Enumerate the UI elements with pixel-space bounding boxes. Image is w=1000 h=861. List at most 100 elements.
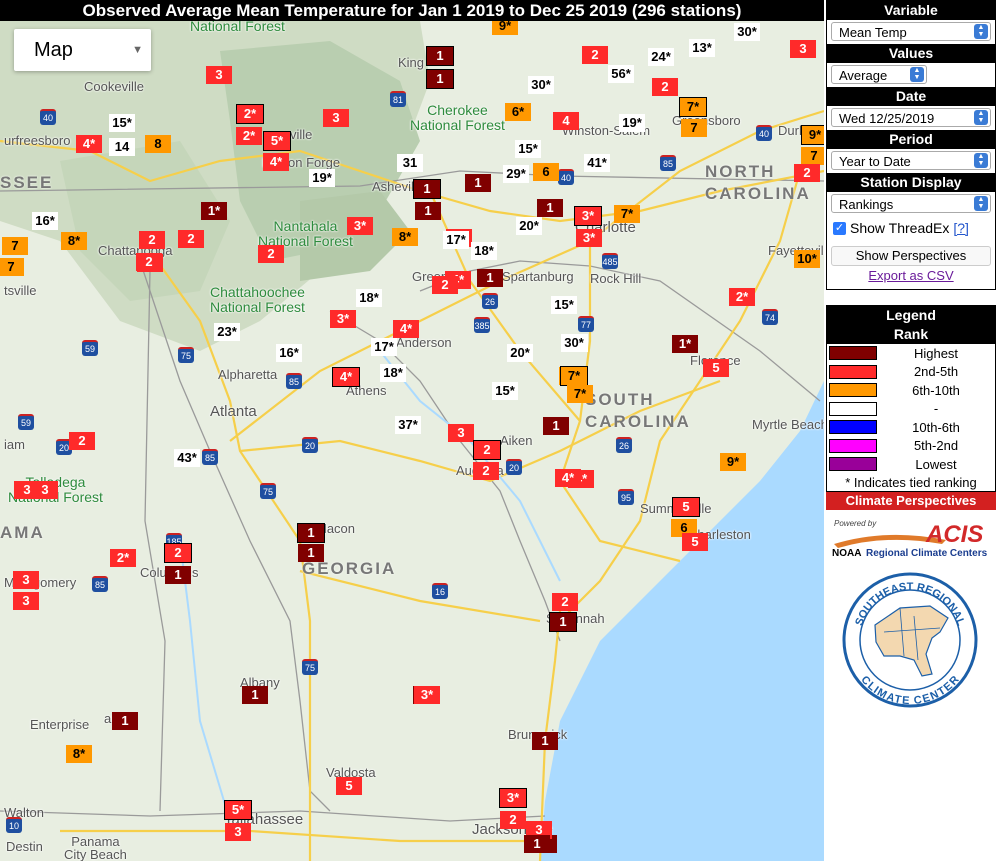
station-marker[interactable]: 17* <box>371 338 397 356</box>
station-marker[interactable]: 3* <box>499 788 527 808</box>
station-marker[interactable]: 3 <box>790 40 816 58</box>
station-marker[interactable]: 2 <box>258 245 284 263</box>
station-marker[interactable]: 7* <box>567 385 593 403</box>
station-marker[interactable]: 1 <box>543 417 569 435</box>
station-marker[interactable]: 4* <box>76 135 102 153</box>
station-marker[interactable]: 7 <box>801 147 824 165</box>
station-marker[interactable]: 15* <box>109 114 135 132</box>
station-marker[interactable]: 3 <box>225 823 251 841</box>
station-marker[interactable]: 3 <box>14 481 40 499</box>
station-marker[interactable]: 1* <box>201 202 227 220</box>
station-marker[interactable]: 30* <box>561 334 587 352</box>
station-marker[interactable]: 30* <box>734 23 760 41</box>
station-marker[interactable]: 3* <box>574 206 602 226</box>
station-marker[interactable]: 2* <box>236 127 262 145</box>
station-marker[interactable]: 29* <box>503 165 529 183</box>
climate-perspectives-banner[interactable]: Climate Perspectives <box>826 492 996 510</box>
station-marker[interactable]: 1* <box>672 335 698 353</box>
station-marker[interactable]: 3* <box>576 229 602 247</box>
station-marker[interactable]: 7* <box>560 366 588 386</box>
station-marker[interactable]: 2 <box>582 46 608 64</box>
station-marker[interactable]: 4 <box>553 112 579 130</box>
station-marker[interactable]: 20* <box>516 217 542 235</box>
station-marker[interactable]: 7* <box>679 97 707 117</box>
station-marker[interactable]: 2 <box>178 230 204 248</box>
station-marker[interactable]: 24* <box>648 48 674 66</box>
station-marker[interactable]: 1 <box>465 174 491 192</box>
station-marker[interactable]: 3 <box>448 424 474 442</box>
station-marker[interactable]: 19* <box>309 169 335 187</box>
station-marker[interactable]: 3* <box>414 686 440 704</box>
srcc-logo[interactable]: SOUTHEAST REGIONAL CLIMATE CENTER <box>840 570 980 710</box>
station-marker[interactable]: 8* <box>66 745 92 763</box>
station-marker[interactable]: 1 <box>426 46 454 66</box>
station-marker[interactable]: 3 <box>13 571 39 589</box>
station-marker[interactable]: 1 <box>297 523 325 543</box>
threadex-checkbox[interactable]: ✓ <box>833 221 846 235</box>
station-marker[interactable]: 9* <box>492 21 518 35</box>
station-marker[interactable]: 43* <box>174 449 200 467</box>
station-marker[interactable]: 2 <box>500 811 526 829</box>
station-marker[interactable]: 3* <box>347 217 373 235</box>
map-view[interactable]: Map ▼ SSEE NORTH CAROLINA SOUTH CAROLINA G… <box>0 21 824 861</box>
station-marker[interactable]: 23* <box>214 323 240 341</box>
station-marker[interactable]: 7 <box>0 258 24 276</box>
station-marker[interactable]: 3 <box>13 592 39 610</box>
station-marker[interactable]: 41* <box>584 154 610 172</box>
station-marker[interactable]: 5* <box>263 131 291 151</box>
acis-logo[interactable]: Powered by ACIS NOAA Regional Climate Ce… <box>826 514 996 560</box>
station-marker[interactable]: 5 <box>336 777 362 795</box>
station-marker[interactable]: 2 <box>473 440 501 460</box>
station-marker[interactable]: 18* <box>356 289 382 307</box>
station-marker[interactable]: 2 <box>652 78 678 96</box>
station-marker[interactable]: 8 <box>145 135 171 153</box>
threadex-help-link[interactable]: [?] <box>953 220 969 236</box>
station-marker[interactable]: 1 <box>426 69 454 89</box>
station-marker[interactable]: 1 <box>415 202 441 220</box>
station-marker[interactable]: 5* <box>224 800 252 820</box>
station-marker[interactable]: 19* <box>619 114 645 132</box>
station-marker[interactable]: 2 <box>164 543 192 563</box>
station-marker[interactable]: 13* <box>689 39 715 57</box>
station-marker[interactable]: 1 <box>298 544 324 562</box>
station-marker[interactable]: 3 <box>323 109 349 127</box>
station-marker[interactable]: 4* <box>263 153 289 171</box>
station-marker[interactable]: 1 <box>524 835 550 853</box>
station-marker[interactable]: 1 <box>477 269 503 287</box>
station-marker[interactable]: 1 <box>242 686 268 704</box>
variable-select[interactable]: Mean Temp ▲ ▼ <box>831 22 991 41</box>
station-marker[interactable]: 37* <box>395 416 421 434</box>
station-marker[interactable]: 2 <box>136 253 162 271</box>
station-marker[interactable]: 4* <box>332 367 360 387</box>
period-select[interactable]: Year to Date ▲ ▼ <box>831 151 991 170</box>
station-display-select[interactable]: Rankings ▲ ▼ <box>831 194 991 213</box>
station-marker[interactable]: 8* <box>392 228 418 246</box>
station-marker[interactable]: 18* <box>471 242 497 260</box>
station-marker[interactable]: 1 <box>532 732 558 750</box>
station-marker[interactable]: 56* <box>608 65 634 83</box>
station-marker[interactable]: 2 <box>473 462 499 480</box>
station-marker[interactable]: 7 <box>2 237 28 255</box>
station-marker[interactable]: 4* <box>555 469 581 487</box>
station-marker[interactable]: 2 <box>432 276 458 294</box>
station-marker[interactable]: 5 <box>682 533 708 551</box>
station-marker[interactable]: 1 <box>549 612 577 632</box>
station-marker[interactable]: 2* <box>110 549 136 567</box>
show-perspectives-button[interactable]: Show Perspectives <box>831 246 991 266</box>
station-marker[interactable]: 30* <box>528 76 554 94</box>
station-marker[interactable]: 15* <box>492 382 518 400</box>
station-marker[interactable]: 5 <box>672 497 700 517</box>
station-marker[interactable]: 5 <box>703 359 729 377</box>
station-marker[interactable]: 6* <box>505 103 531 121</box>
station-marker[interactable]: 1 <box>537 199 563 217</box>
map-type-dropdown[interactable]: Map ▼ <box>14 29 151 71</box>
station-marker[interactable]: 7* <box>614 205 640 223</box>
station-marker[interactable]: 3* <box>330 310 356 328</box>
station-marker[interactable]: 1 <box>413 179 441 199</box>
station-marker[interactable]: 9* <box>801 125 824 145</box>
station-marker[interactable]: 2 <box>552 593 578 611</box>
station-marker[interactable]: 2 <box>69 432 95 450</box>
station-marker[interactable]: 1 <box>165 566 191 584</box>
station-marker[interactable]: 2 <box>139 231 165 249</box>
station-marker[interactable]: 7 <box>681 119 707 137</box>
